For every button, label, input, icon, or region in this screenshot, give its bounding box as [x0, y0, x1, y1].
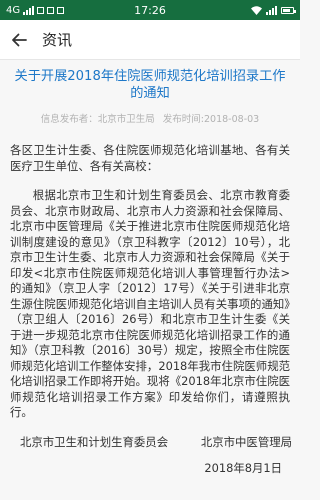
- article-date: 2018年8月1日: [204, 461, 282, 475]
- article-content[interactable]: 关于开展2018年住院医师规范化培训招录工作的通知 信息发布者：北京市卫生局 发布…: [0, 60, 300, 500]
- signer-2: 北京市中医管理局: [200, 435, 292, 449]
- signer-1: 北京市卫生和计划生育委员会: [20, 435, 169, 449]
- status-bar: 4G 17:26: [0, 0, 300, 20]
- page-title: 资讯: [42, 31, 73, 49]
- app-bar: 资讯: [0, 20, 300, 60]
- article-body: 各区卫生计生委、各住院医师规范化培训基地、各有关医疗卫生单位、各有关高校： 根据…: [10, 143, 290, 421]
- publish-time: 发布时间:2018-08-03: [162, 114, 260, 125]
- back-button[interactable]: [0, 20, 38, 60]
- salutation-paragraph: 各区卫生计生委、各住院医师规范化培训基地、各有关医疗卫生单位、各有关高校：: [10, 143, 290, 173]
- status-time: 17:26: [134, 3, 166, 17]
- article-title: 关于开展2018年住院医师规范化培训招录工作的通知: [14, 69, 286, 101]
- body-paragraph: 根据北京市卫生和计划生育委员会、北京市教育委员会、北京市财政局、北京市人力资源和…: [10, 188, 290, 419]
- article-meta: 信息发布者：北京市卫生局 发布时间:2018-08-03: [0, 111, 300, 125]
- battery-icon: [281, 6, 296, 14]
- back-arrow-icon: [12, 33, 27, 46]
- signers: 北京市卫生和计划生育委员会 北京市中医管理局: [20, 434, 292, 450]
- publisher: 信息发布者：北京市卫生局: [40, 114, 155, 125]
